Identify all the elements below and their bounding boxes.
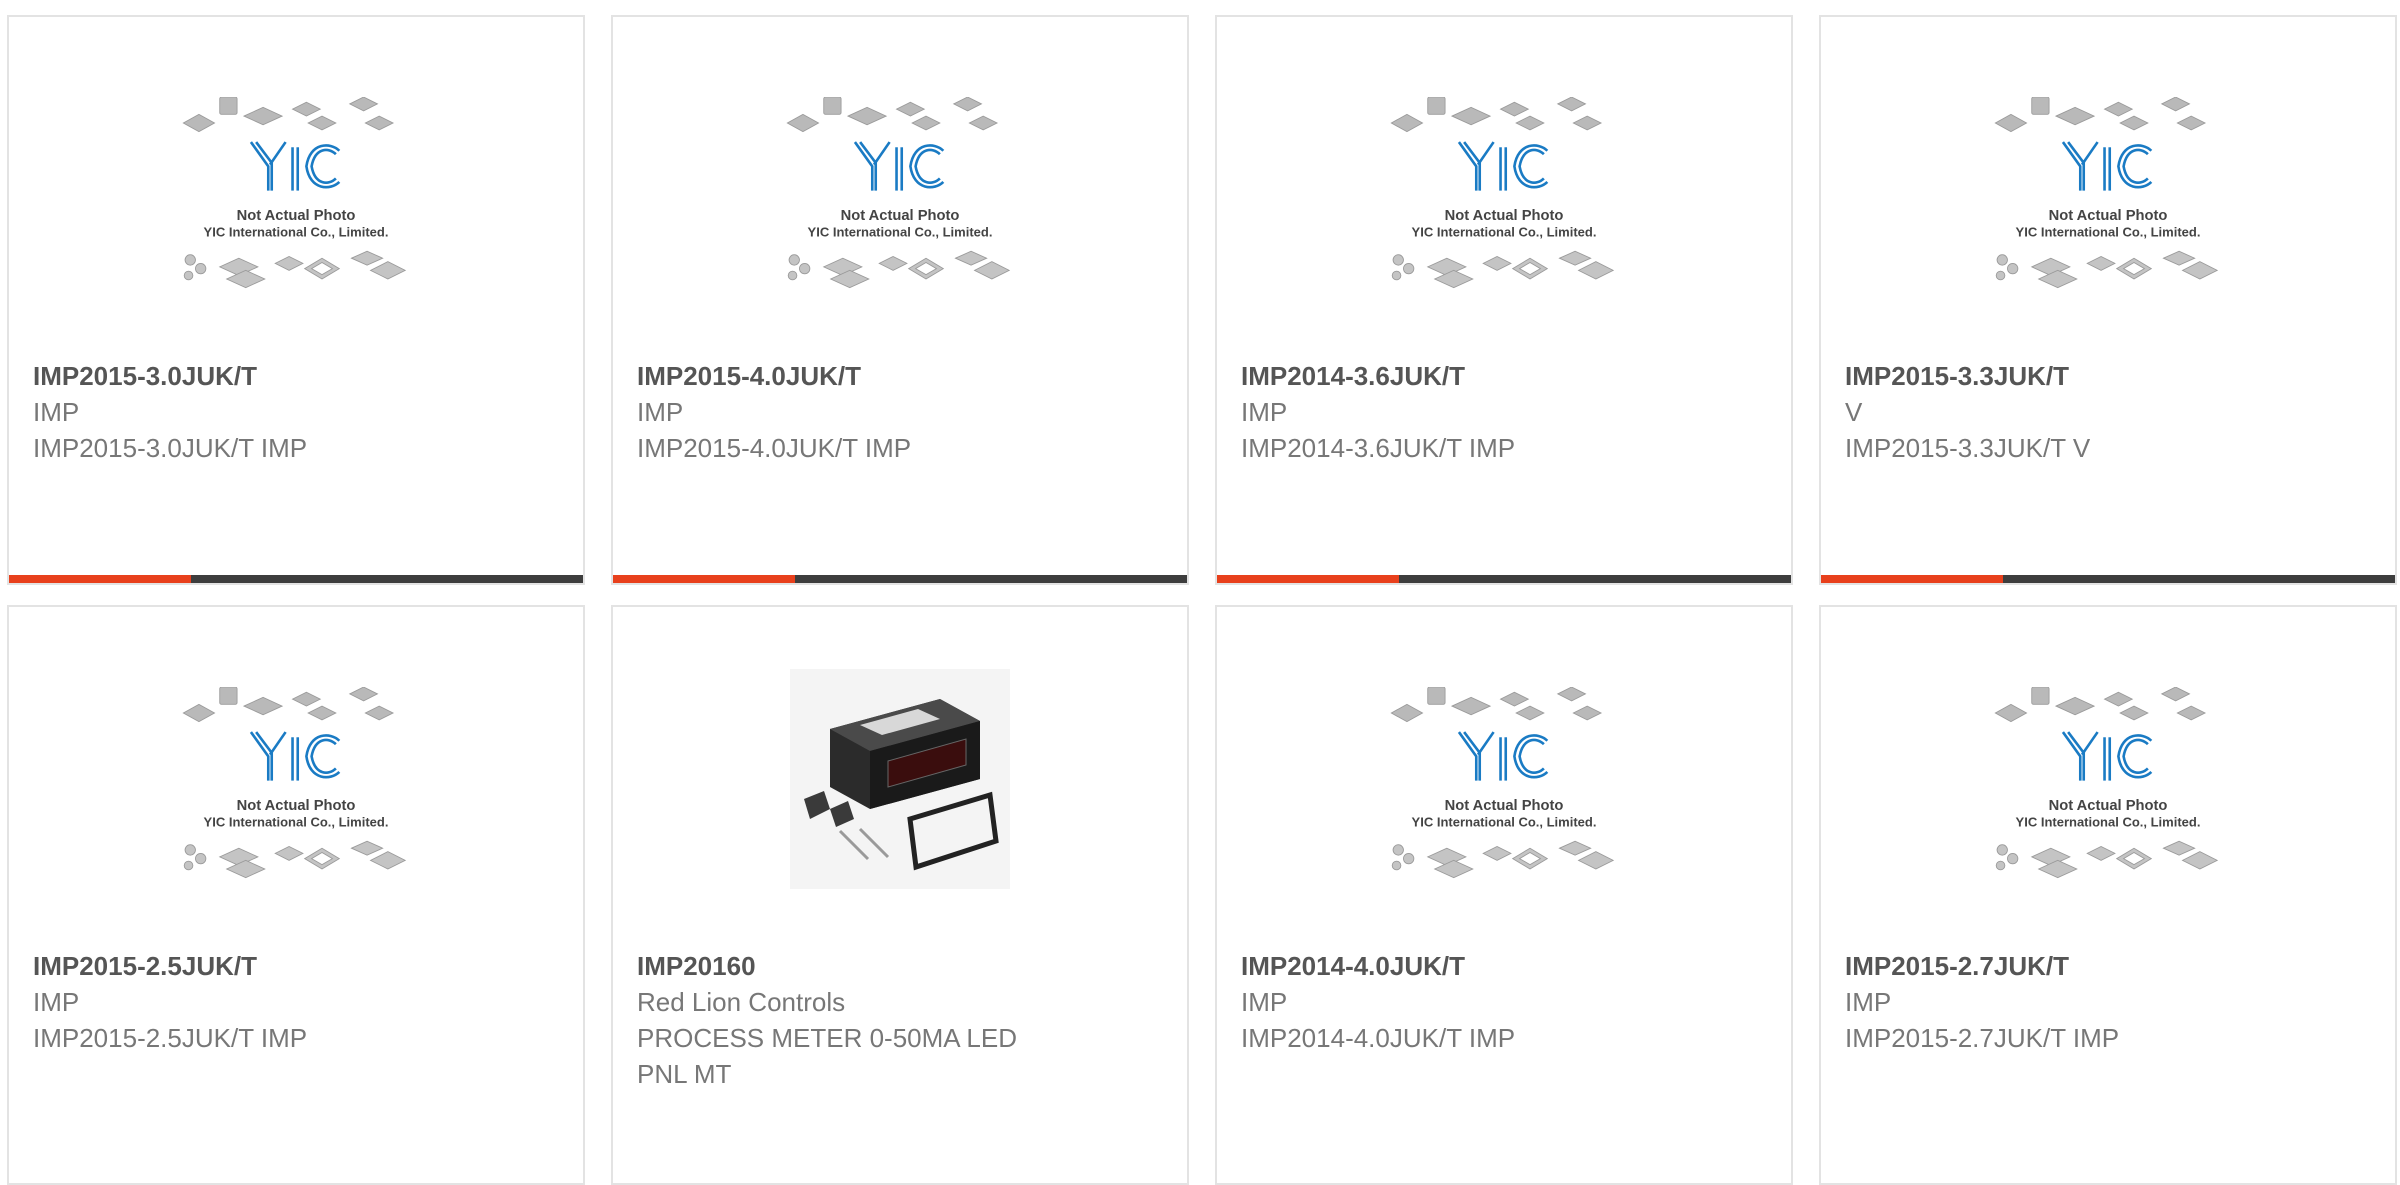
description-text: IMP2015-3.0JUK/T IMP: [33, 433, 308, 463]
placeholder-image-icon: [1374, 97, 1634, 305]
product-card[interactable]: IMP20160 Red Lion Controls PROCESS METER…: [611, 605, 1189, 1185]
manufacturer-label: Red Lion Controls: [637, 987, 846, 1017]
description-text: IMP2015-4.0JUK/T IMP: [637, 433, 912, 463]
product-image[interactable]: [1217, 97, 1791, 357]
placeholder-image-icon: [1978, 97, 2238, 305]
manufacturer-label: V: [1845, 397, 1863, 427]
description-text: PROCESS METER 0-50MA LED PNL MT: [637, 1023, 1017, 1089]
product-image[interactable]: [9, 687, 583, 947]
product-card[interactable]: IMP2015-2.5JUK/T IMP IMP2015-2.5JUK/T IM…: [7, 605, 585, 1185]
product-card[interactable]: IMP2015-3.3JUK/T V IMP2015-3.3JUK/T V: [1819, 15, 2397, 585]
part-number-link[interactable]: IMP2014-4.0JUK/T: [1241, 948, 1767, 984]
product-card[interactable]: IMP2015-4.0JUK/T IMP IMP2015-4.0JUK/T IM…: [611, 15, 1189, 585]
description-text: IMP2014-3.6JUK/T IMP: [1241, 433, 1516, 463]
description-text: IMP2015-2.5JUK/T IMP: [33, 1023, 308, 1053]
manufacturer-label: IMP: [33, 987, 80, 1017]
product-image[interactable]: [1217, 687, 1791, 947]
card-accent-bar: [1821, 575, 2395, 583]
product-grid: IMP2015-3.0JUK/T IMP IMP2015-3.0JUK/T IM…: [0, 0, 2400, 1185]
product-image[interactable]: [1821, 687, 2395, 947]
manufacturer-label: IMP: [1241, 987, 1288, 1017]
description-text: IMP2015-3.3JUK/T V: [1845, 433, 2091, 463]
product-card[interactable]: IMP2014-3.6JUK/T IMP IMP2014-3.6JUK/T IM…: [1215, 15, 1793, 585]
part-number-link[interactable]: IMP2014-3.6JUK/T: [1241, 358, 1767, 394]
description-text: IMP2014-4.0JUK/T IMP: [1241, 1023, 1516, 1053]
card-accent-bar: [1217, 575, 1791, 583]
placeholder-image-icon: [166, 687, 426, 895]
product-card[interactable]: IMP2015-2.7JUK/T IMP IMP2015-2.7JUK/T IM…: [1819, 605, 2397, 1185]
process-meter-photo-icon: [790, 669, 1010, 889]
card-accent-bar: [9, 575, 583, 583]
part-number-link[interactable]: IMP2015-2.7JUK/T: [1845, 948, 2371, 984]
part-number-link[interactable]: IMP2015-4.0JUK/T: [637, 358, 1163, 394]
placeholder-image-icon: [770, 97, 1030, 305]
part-number-link[interactable]: IMP2015-3.0JUK/T: [33, 358, 559, 394]
manufacturer-label: IMP: [1241, 397, 1288, 427]
manufacturer-label: IMP: [1845, 987, 1892, 1017]
product-card[interactable]: IMP2014-4.0JUK/T IMP IMP2014-4.0JUK/T IM…: [1215, 605, 1793, 1185]
manufacturer-label: IMP: [33, 397, 80, 427]
part-number-link[interactable]: IMP2015-2.5JUK/T: [33, 948, 559, 984]
placeholder-image-icon: [1374, 687, 1634, 895]
product-card[interactable]: IMP2015-3.0JUK/T IMP IMP2015-3.0JUK/T IM…: [7, 15, 585, 585]
description-text: IMP2015-2.7JUK/T IMP: [1845, 1023, 2120, 1053]
product-image[interactable]: [9, 97, 583, 357]
part-number-link[interactable]: IMP2015-3.3JUK/T: [1845, 358, 2371, 394]
product-image[interactable]: [1821, 97, 2395, 357]
manufacturer-label: IMP: [637, 397, 684, 427]
product-image[interactable]: [613, 97, 1187, 357]
part-number-link[interactable]: IMP20160: [637, 948, 1163, 984]
product-image[interactable]: [613, 669, 1187, 889]
placeholder-image-icon: [1978, 687, 2238, 895]
placeholder-image-icon: [166, 97, 426, 305]
card-accent-bar: [613, 575, 1187, 583]
